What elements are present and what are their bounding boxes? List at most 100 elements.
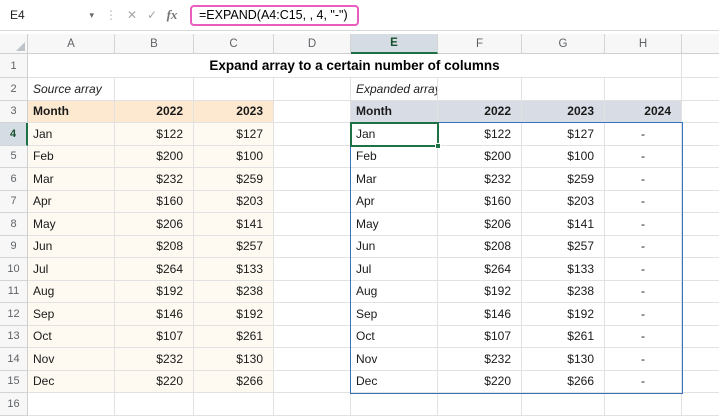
cell-C7[interactable]: $203 [194,190,274,213]
cell-B9[interactable]: $208 [115,235,194,258]
cell-H13[interactable]: - [605,325,682,348]
cell-D11[interactable] [274,280,351,303]
cell-F13[interactable]: $107 [438,325,522,348]
cell-D16[interactable] [274,393,351,416]
cell-C5[interactable]: $100 [194,145,274,168]
cell-A11[interactable]: Aug [28,280,115,303]
cell-F6[interactable]: $232 [438,168,522,191]
row-header-2[interactable]: 2 [0,78,28,101]
cell-H3[interactable]: 2024 [605,100,682,123]
select-all-corner[interactable] [0,34,28,54]
cell-A3[interactable]: Month [28,100,115,123]
column-header-F[interactable]: F [438,34,522,54]
cell-A2[interactable]: Source array [28,78,115,101]
cell-F5[interactable]: $200 [438,145,522,168]
row-header-15[interactable]: 15 [0,370,28,393]
cell-B13[interactable]: $107 [115,325,194,348]
cell-A8[interactable]: May [28,213,115,236]
cell-C14[interactable]: $130 [194,348,274,371]
cell-E8[interactable]: May [351,213,438,236]
cell-B5[interactable]: $200 [115,145,194,168]
cell-H12[interactable]: - [605,303,682,326]
cell-D10[interactable] [274,258,351,281]
row-header-7[interactable]: 7 [0,190,28,213]
cell-H9[interactable]: - [605,235,682,258]
cell-C13[interactable]: $261 [194,325,274,348]
cell-H8[interactable]: - [605,213,682,236]
cell-H7[interactable]: - [605,190,682,213]
cell-A10[interactable]: Jul [28,258,115,281]
cell-B15[interactable]: $220 [115,370,194,393]
cell-H14[interactable]: - [605,348,682,371]
cell-C3[interactable]: 2023 [194,100,274,123]
cell-F2[interactable] [438,78,522,101]
cell-C6[interactable]: $259 [194,168,274,191]
cell-F16[interactable] [438,393,522,416]
cell-F8[interactable]: $206 [438,213,522,236]
cell-E11[interactable]: Aug [351,280,438,303]
fx-icon[interactable]: fx [162,7,182,23]
cell-B10[interactable]: $264 [115,258,194,281]
cell-D5[interactable] [274,145,351,168]
cell-G3[interactable]: 2023 [522,100,605,123]
cell-C16[interactable] [194,393,274,416]
cell-G4[interactable]: $127 [522,123,605,146]
column-header-A[interactable]: A [28,34,115,54]
cell-D6[interactable] [274,168,351,191]
cell-B4[interactable]: $122 [115,123,194,146]
cell-A9[interactable]: Jun [28,235,115,258]
cell-E12[interactable]: Sep [351,303,438,326]
cell-C8[interactable]: $141 [194,213,274,236]
row-header-11[interactable]: 11 [0,280,28,303]
cell-H2[interactable] [605,78,682,101]
active-cell-selection[interactable] [350,122,441,149]
cell-G12[interactable]: $192 [522,303,605,326]
enter-icon[interactable]: ✓ [142,8,162,22]
column-header-B[interactable]: B [115,34,194,54]
cancel-icon[interactable]: ✕ [122,8,142,22]
column-header-G[interactable]: G [522,34,605,54]
row-header-10[interactable]: 10 [0,258,28,281]
cell-B11[interactable]: $192 [115,280,194,303]
cell-B14[interactable]: $232 [115,348,194,371]
cell-A14[interactable]: Nov [28,348,115,371]
cell-G13[interactable]: $261 [522,325,605,348]
cell-A12[interactable]: Sep [28,303,115,326]
cell-E7[interactable]: Apr [351,190,438,213]
cell-G14[interactable]: $130 [522,348,605,371]
cell-F12[interactable]: $146 [438,303,522,326]
cell-F11[interactable]: $192 [438,280,522,303]
cell-H11[interactable]: - [605,280,682,303]
cell-H6[interactable]: - [605,168,682,191]
cell-F15[interactable]: $220 [438,370,522,393]
cell-D3[interactable] [274,100,351,123]
cell-A7[interactable]: Apr [28,190,115,213]
cell-F14[interactable]: $232 [438,348,522,371]
cell-F7[interactable]: $160 [438,190,522,213]
row-header-9[interactable]: 9 [0,235,28,258]
cell-C12[interactable]: $192 [194,303,274,326]
cell-B2[interactable] [115,78,194,101]
cell-F4[interactable]: $122 [438,123,522,146]
cell-E16[interactable] [351,393,438,416]
cell-E3[interactable]: Month [351,100,438,123]
cell-D8[interactable] [274,213,351,236]
row-header-4[interactable]: 4 [0,123,28,146]
cell-E6[interactable]: Mar [351,168,438,191]
cell-D13[interactable] [274,325,351,348]
cell-E14[interactable]: Nov [351,348,438,371]
cell-D9[interactable] [274,235,351,258]
cell-G2[interactable] [522,78,605,101]
cell-C15[interactable]: $266 [194,370,274,393]
row-header-12[interactable]: 12 [0,303,28,326]
column-header-D[interactable]: D [274,34,351,54]
cell-D12[interactable] [274,303,351,326]
column-header-E[interactable]: E [351,34,438,54]
cell-E13[interactable]: Oct [351,325,438,348]
cell-A4[interactable]: Jan [28,123,115,146]
cell-B8[interactable]: $206 [115,213,194,236]
cell-G6[interactable]: $259 [522,168,605,191]
column-header-C[interactable]: C [194,34,274,54]
cell-A16[interactable] [28,393,115,416]
cell-D7[interactable] [274,190,351,213]
